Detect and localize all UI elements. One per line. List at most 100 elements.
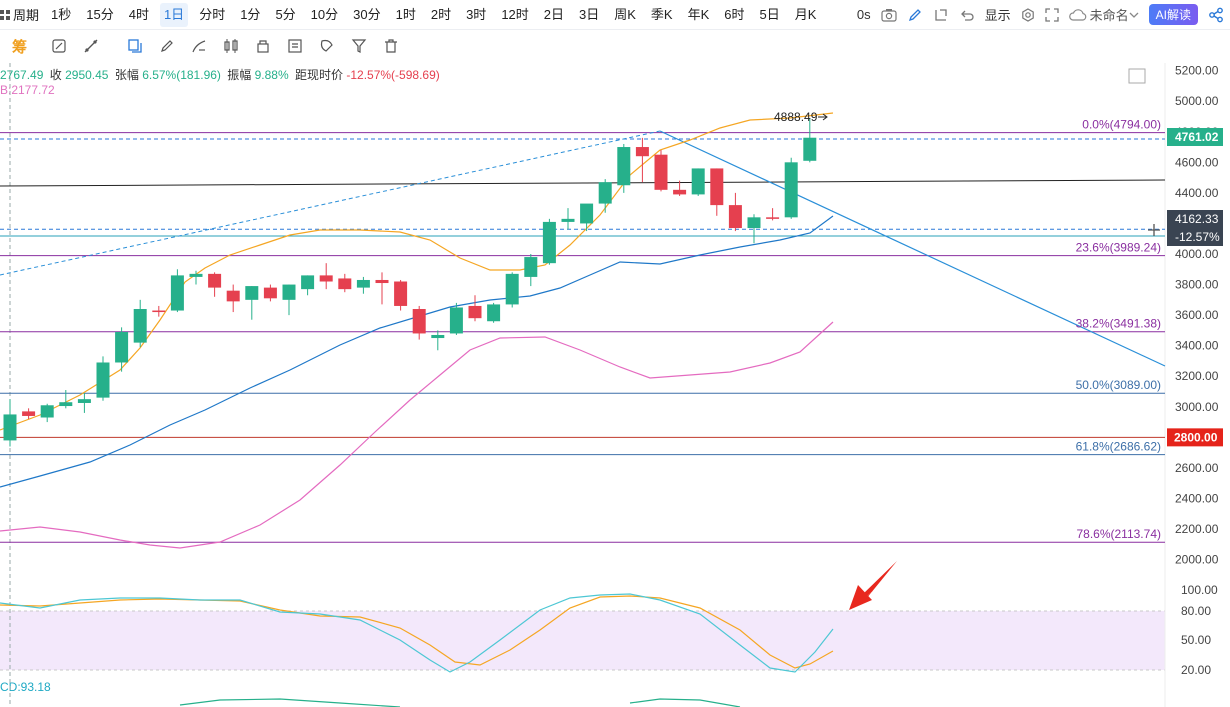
- note-icon[interactable]: [287, 38, 303, 54]
- replay-icon[interactable]: [933, 8, 949, 22]
- candle-icon[interactable]: [223, 38, 239, 54]
- distance-value: -12.57%(-598.69): [346, 68, 440, 82]
- fib-label: 23.6%(3989.24): [1076, 241, 1161, 255]
- layout-name: 未命名: [1089, 8, 1129, 23]
- ai-interpret-button[interactable]: AI解读: [1148, 4, 1198, 25]
- candle-body: [673, 189, 687, 195]
- expand-icon[interactable]: [1128, 68, 1146, 84]
- price-tick: 2800.00: [1175, 430, 1219, 444]
- period-tab[interactable]: 30分: [349, 3, 384, 27]
- period-tab[interactable]: 2时: [427, 3, 455, 27]
- period-tab[interactable]: 月K: [791, 3, 821, 27]
- candle-body: [524, 257, 538, 277]
- lock-icon[interactable]: [255, 38, 271, 54]
- period-tab[interactable]: 周K: [610, 3, 640, 27]
- period-tab[interactable]: 1秒: [47, 3, 75, 27]
- period-tab[interactable]: 15分: [82, 3, 117, 27]
- candle-body: [226, 290, 240, 302]
- candle-body: [115, 331, 129, 363]
- candle-body: [356, 279, 370, 288]
- crosshair-pct-text: -12.57%: [1175, 230, 1220, 244]
- high-arrow-icon: [818, 113, 828, 121]
- candle-body: [654, 154, 668, 190]
- fib-label: 78.6%(2113.74): [1076, 527, 1161, 541]
- period-tab[interactable]: 5日: [756, 3, 784, 27]
- period-tab[interactable]: 1日: [159, 2, 189, 27]
- candle-body: [784, 162, 798, 218]
- change-label: 张幅: [114, 68, 139, 82]
- price-tick: 2400.00: [1175, 491, 1219, 505]
- candle-body: [710, 168, 724, 206]
- magnet-icon[interactable]: [319, 38, 335, 54]
- settings-icon[interactable]: [1021, 7, 1035, 22]
- price-tick: 3800.00: [1175, 278, 1219, 292]
- candle-body: [598, 182, 612, 204]
- draw-pen-icon[interactable]: [907, 8, 923, 22]
- period-tab[interactable]: 12时: [497, 3, 532, 27]
- period-tab[interactable]: 1分: [236, 3, 264, 27]
- period-tab[interactable]: 3日: [575, 3, 603, 27]
- macd-readout: CD:93.18: [0, 680, 51, 694]
- candle-body: [338, 278, 352, 290]
- candle-body: [412, 309, 426, 334]
- ma20-line: [0, 215, 834, 488]
- high-price-label: 4888.49: [774, 110, 818, 124]
- ruler-icon[interactable]: [51, 38, 67, 54]
- period-tab[interactable]: 1时: [392, 3, 420, 27]
- price-tick: 4400.00: [1175, 186, 1219, 200]
- period-tab[interactable]: 年K: [684, 3, 714, 27]
- candle-body: [505, 273, 519, 305]
- brush-icon[interactable]: [191, 38, 207, 54]
- ma-readout: B:2177.72: [0, 83, 55, 97]
- share-icon[interactable]: [1208, 7, 1224, 23]
- period-tab[interactable]: 3时: [462, 3, 490, 27]
- fib-label: 61.8%(2686.62): [1076, 440, 1161, 454]
- chevron-down-icon: [1129, 12, 1139, 18]
- price-tick: 3200.00: [1175, 369, 1219, 383]
- candle-body: [77, 399, 91, 403]
- candle-body: [319, 275, 333, 282]
- period-menu[interactable]: 周期: [0, 5, 47, 24]
- period-tab[interactable]: 5分: [271, 3, 299, 27]
- filter-icon[interactable]: [351, 38, 367, 54]
- candle-body: [542, 221, 556, 264]
- candle-body: [766, 217, 780, 219]
- candle-body: [40, 405, 54, 418]
- layout-selector[interactable]: 未命名: [1068, 5, 1139, 24]
- fullscreen-icon[interactable]: [1044, 7, 1059, 22]
- kdj-k-line: [0, 595, 834, 669]
- candle-body: [170, 275, 184, 311]
- measure-icon[interactable]: [83, 38, 99, 54]
- price-tick: 3000.00: [1175, 400, 1219, 414]
- period-tab[interactable]: 2日: [540, 3, 568, 27]
- camera-icon[interactable]: [881, 8, 897, 22]
- period-tab[interactable]: 4时: [125, 3, 153, 27]
- period-toolbar: 周期 1秒 15分 4时 1日 分时 1分 5分 10分 30分 1时 2时 3时 12时 2日 3日 周K 季…: [0, 0, 1230, 30]
- ma5-line: [0, 112, 834, 431]
- candle-body: [803, 137, 817, 161]
- period-tab[interactable]: 分时: [195, 3, 229, 27]
- price-tick: 4200.00: [1175, 216, 1219, 230]
- period-tab[interactable]: 季K: [647, 3, 677, 27]
- trash-icon[interactable]: [383, 38, 399, 54]
- period-list: 1秒 15分 4时 1日 分时 1分 5分 10分 30分 1时 2时 3时 12时 2日 3日 周K 季K 年K…: [47, 2, 827, 27]
- candle-body: [59, 402, 73, 407]
- copy-icon[interactable]: [127, 38, 143, 54]
- undo-icon[interactable]: [959, 8, 975, 22]
- period-tab[interactable]: 6时: [720, 3, 748, 27]
- period-tab[interactable]: 10分: [307, 3, 342, 27]
- pencil-icon[interactable]: [159, 38, 175, 54]
- fib-label: 0.0%(4794.00): [1082, 118, 1161, 132]
- ohlc-readout: 2767.49 收 2950.45 张幅 6.57%(181.96) 振幅 9.…: [0, 66, 440, 83]
- candle-body: [152, 310, 166, 313]
- amplitude-label: 振幅: [227, 68, 252, 82]
- candle-body: [3, 414, 17, 441]
- price-chart[interactable]: 0.0%(4794.00) 23.6%(3989.24) 38.2%(3491.38…: [0, 0, 1230, 707]
- candle-body: [635, 147, 649, 157]
- price-tick: 5000.00: [1175, 94, 1219, 108]
- chip-distribution-button[interactable]: 筹: [12, 36, 27, 57]
- ma60-line: [0, 321, 834, 549]
- change-value: 6.57%(181.96): [142, 68, 221, 82]
- display-button[interactable]: 显示: [985, 5, 1011, 24]
- close-label: 收: [49, 68, 62, 82]
